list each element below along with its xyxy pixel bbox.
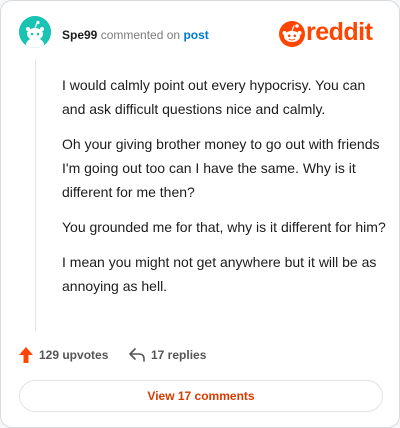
post-link[interactable]: post	[183, 28, 208, 42]
reply-count: 17 replies	[151, 348, 207, 362]
comment-actions: 129 upvotes 17 replies	[19, 345, 379, 365]
comment-attribution: Spe99 commented on post	[62, 28, 209, 42]
reply-button[interactable]: 17 replies	[129, 345, 206, 365]
comment-paragraph: I mean you might not get anywhere but it…	[62, 254, 377, 294]
comment-paragraph: Oh your giving brother money to go out w…	[62, 136, 380, 200]
upvote-button[interactable]: 129 upvotes	[19, 345, 108, 365]
reddit-logo[interactable]: reddit	[279, 18, 385, 48]
thread-line	[35, 59, 36, 331]
snoo-avatar-icon	[19, 16, 51, 48]
upvote-count: 129 upvotes	[39, 348, 109, 362]
upvote-arrow-icon	[19, 347, 33, 363]
view-comments-button[interactable]: View 17 comments	[19, 380, 383, 412]
user-avatar[interactable]	[19, 16, 51, 48]
comment-card: Spe99 commented on post reddit I would c…	[0, 0, 400, 428]
username-link[interactable]: Spe99	[62, 28, 97, 42]
reply-arrow-icon	[129, 348, 145, 362]
reddit-alien-icon	[279, 21, 305, 47]
comment-header: Spe99 commented on post reddit	[19, 16, 385, 52]
commented-on-label: commented on	[100, 28, 181, 42]
reddit-wordmark: reddit	[306, 18, 373, 46]
comment-body: I would calmly point out every hypocrisy…	[62, 73, 387, 309]
comment-paragraph: You grounded me for that, why is it diff…	[62, 219, 386, 235]
comment-paragraph: I would calmly point out every hypocrisy…	[62, 77, 366, 117]
